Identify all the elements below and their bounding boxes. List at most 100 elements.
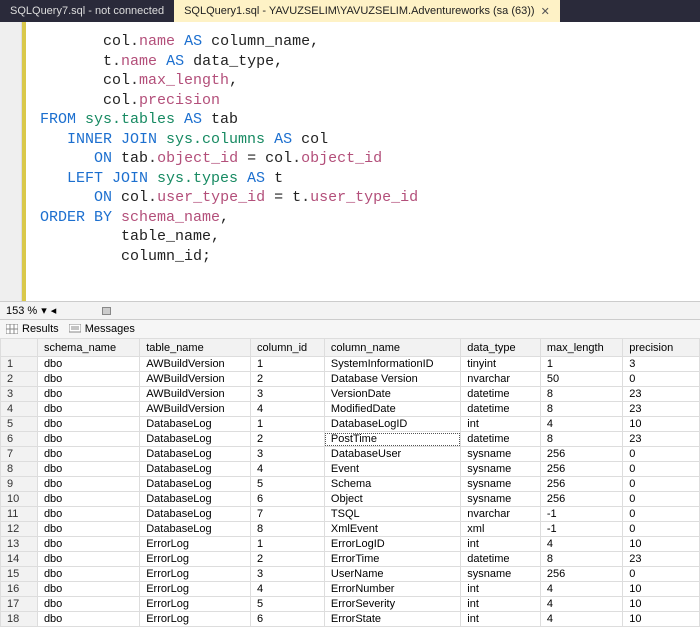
cell[interactable]: 10 [623,537,700,552]
cell[interactable]: DatabaseLog [140,462,251,477]
cell[interactable]: AWBuildVersion [140,357,251,372]
cell[interactable]: sysname [461,447,541,462]
row-number[interactable]: 18 [1,612,38,627]
cell[interactable]: dbo [37,567,139,582]
cell[interactable]: 8 [540,552,622,567]
cell[interactable]: ErrorLog [140,537,251,552]
cell[interactable]: 23 [623,402,700,417]
tab-results[interactable]: Results [6,323,59,335]
cell[interactable]: 256 [540,447,622,462]
table-row[interactable]: 11dboDatabaseLog7TSQLnvarchar-10 [1,507,700,522]
cell[interactable]: int [461,417,541,432]
cell[interactable]: dbo [37,552,139,567]
row-number[interactable]: 8 [1,462,38,477]
table-row[interactable]: 15dboErrorLog3UserNamesysname2560 [1,567,700,582]
tab-sqlquery1[interactable]: SQLQuery1.sql - YAVUZSELIM\YAVUZSELIM.Ad… [174,0,560,22]
row-number[interactable]: 4 [1,402,38,417]
cell[interactable]: 6 [251,492,325,507]
table-row[interactable]: 2dboAWBuildVersion2Database Versionnvarc… [1,372,700,387]
column-header[interactable]: precision [623,339,700,357]
cell[interactable]: sysname [461,492,541,507]
cell[interactable]: 4 [540,417,622,432]
row-number[interactable]: 11 [1,507,38,522]
cell[interactable]: 0 [623,477,700,492]
cell[interactable]: 5 [251,477,325,492]
cell[interactable]: 4 [540,597,622,612]
cell[interactable]: 256 [540,462,622,477]
cell[interactable]: ErrorLog [140,582,251,597]
cell[interactable]: dbo [37,417,139,432]
cell[interactable]: 4 [251,402,325,417]
cell[interactable]: dbo [37,492,139,507]
cell[interactable]: dbo [37,387,139,402]
scroll-left-icon[interactable]: ◂ [51,304,57,317]
cell[interactable]: nvarchar [461,372,541,387]
cell[interactable]: dbo [37,372,139,387]
table-row[interactable]: 6dboDatabaseLog2PostTimedatetime823 [1,432,700,447]
cell[interactable]: XmlEvent [324,522,460,537]
cell[interactable]: ErrorState [324,612,460,627]
cell[interactable]: 4 [251,462,325,477]
cell[interactable]: 10 [623,612,700,627]
column-header[interactable]: column_name [324,339,460,357]
cell[interactable]: DatabaseLog [140,417,251,432]
tab-messages[interactable]: Messages [69,323,135,335]
column-header[interactable]: column_id [251,339,325,357]
cell[interactable]: 10 [623,417,700,432]
cell[interactable]: 256 [540,477,622,492]
close-icon[interactable]: ✕ [541,5,550,18]
cell[interactable]: ErrorNumber [324,582,460,597]
cell[interactable]: ErrorLog [140,612,251,627]
table-row[interactable]: 4dboAWBuildVersion4ModifiedDatedatetime8… [1,402,700,417]
cell[interactable]: 3 [251,387,325,402]
column-header[interactable]: max_length [540,339,622,357]
cell[interactable]: DatabaseLog [140,507,251,522]
cell[interactable]: sysname [461,567,541,582]
cell[interactable]: 50 [540,372,622,387]
cell[interactable]: 1 [251,417,325,432]
cell[interactable]: 0 [623,372,700,387]
tab-sqlquery7[interactable]: SQLQuery7.sql - not connected [0,0,174,22]
cell[interactable]: 4 [540,582,622,597]
cell[interactable]: dbo [37,582,139,597]
cell[interactable]: AWBuildVersion [140,387,251,402]
horizontal-scrollbar[interactable] [60,306,694,316]
cell[interactable]: 8 [251,522,325,537]
cell[interactable]: 23 [623,552,700,567]
cell[interactable]: UserName [324,567,460,582]
table-row[interactable]: 14dboErrorLog2ErrorTimedatetime823 [1,552,700,567]
cell[interactable]: 2 [251,432,325,447]
cell[interactable]: ErrorLog [140,567,251,582]
table-row[interactable]: 7dboDatabaseLog3DatabaseUsersysname2560 [1,447,700,462]
cell[interactable]: 10 [623,582,700,597]
cell[interactable]: Schema [324,477,460,492]
table-row[interactable]: 1dboAWBuildVersion1SystemInformationIDti… [1,357,700,372]
cell[interactable]: Object [324,492,460,507]
cell[interactable]: 0 [623,522,700,537]
cell[interactable]: sysname [461,477,541,492]
cell[interactable]: Event [324,462,460,477]
code-area[interactable]: col.name AS column_name, t.name AS data_… [26,22,428,301]
cell[interactable]: dbo [37,612,139,627]
cell[interactable]: 8 [540,387,622,402]
cell[interactable]: 1 [251,357,325,372]
cell[interactable]: 23 [623,387,700,402]
row-number[interactable]: 6 [1,432,38,447]
cell[interactable]: DatabaseLog [140,477,251,492]
cell[interactable]: ModifiedDate [324,402,460,417]
cell[interactable]: 0 [623,567,700,582]
cell[interactable]: 5 [251,597,325,612]
table-row[interactable]: 10dboDatabaseLog6Objectsysname2560 [1,492,700,507]
zoom-dropdown-icon[interactable]: ▾ [41,304,47,317]
table-row[interactable]: 9dboDatabaseLog5Schemasysname2560 [1,477,700,492]
table-row[interactable]: 8dboDatabaseLog4Eventsysname2560 [1,462,700,477]
cell[interactable]: SystemInformationID [324,357,460,372]
cell[interactable]: sysname [461,462,541,477]
cell[interactable]: int [461,612,541,627]
cell[interactable]: 8 [540,432,622,447]
cell[interactable]: 4 [251,582,325,597]
table-row[interactable]: 5dboDatabaseLog1DatabaseLogIDint410 [1,417,700,432]
cell[interactable]: 256 [540,567,622,582]
row-number[interactable]: 3 [1,387,38,402]
cell[interactable]: datetime [461,402,541,417]
